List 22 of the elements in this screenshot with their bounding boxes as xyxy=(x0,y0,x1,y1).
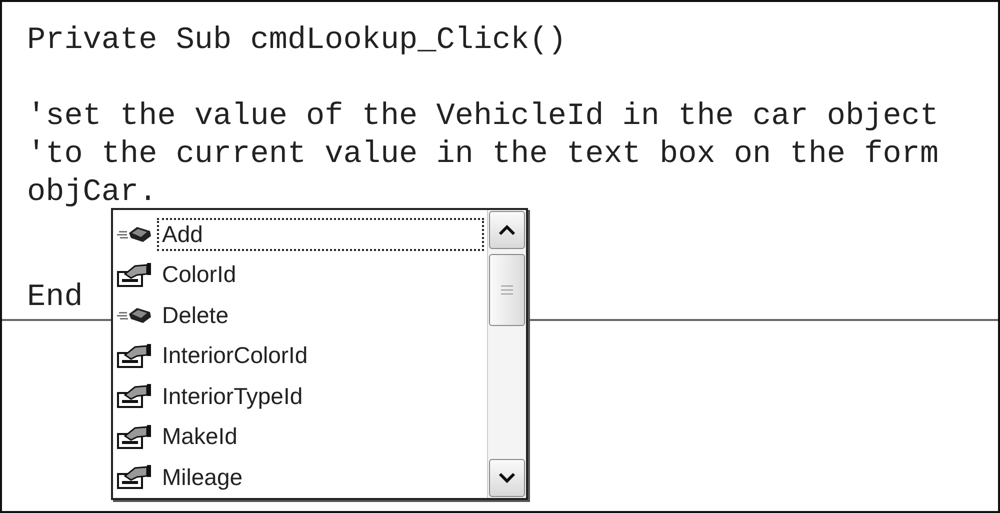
scroll-down-button[interactable] xyxy=(489,459,525,497)
code-line: End xyxy=(27,279,83,317)
chevron-up-icon xyxy=(498,224,516,236)
chevron-down-icon xyxy=(498,472,516,484)
list-item[interactable]: MakeId xyxy=(157,420,242,454)
hand-card-icon xyxy=(117,342,153,369)
scroll-up-button[interactable] xyxy=(489,211,525,249)
list-item[interactable]: Mileage xyxy=(157,460,248,494)
scroll-thumb[interactable] xyxy=(489,254,525,326)
hand-card-icon xyxy=(117,464,153,490)
list-item[interactable]: Add xyxy=(157,218,484,251)
hand-card-icon xyxy=(117,383,153,410)
code-line: 'set the value of the VehicleId in the car object xyxy=(27,98,939,136)
code-line: 'to the current value in the text box on the form xyxy=(27,136,939,174)
hand-card-icon xyxy=(117,424,153,450)
list-item[interactable]: InteriorTypeId xyxy=(157,380,308,413)
code-line: Private Sub cmdLookup_Click() xyxy=(27,22,566,60)
grip-icon xyxy=(501,285,513,295)
list-item[interactable]: ColorId xyxy=(157,258,242,292)
hand-card-icon xyxy=(117,262,153,288)
list-item[interactable]: InteriorColorId xyxy=(157,339,313,372)
autocomplete-list[interactable]: Add ColorId Delete InteriorColorId InteriorTypeId MakeId Mileage xyxy=(111,208,528,500)
